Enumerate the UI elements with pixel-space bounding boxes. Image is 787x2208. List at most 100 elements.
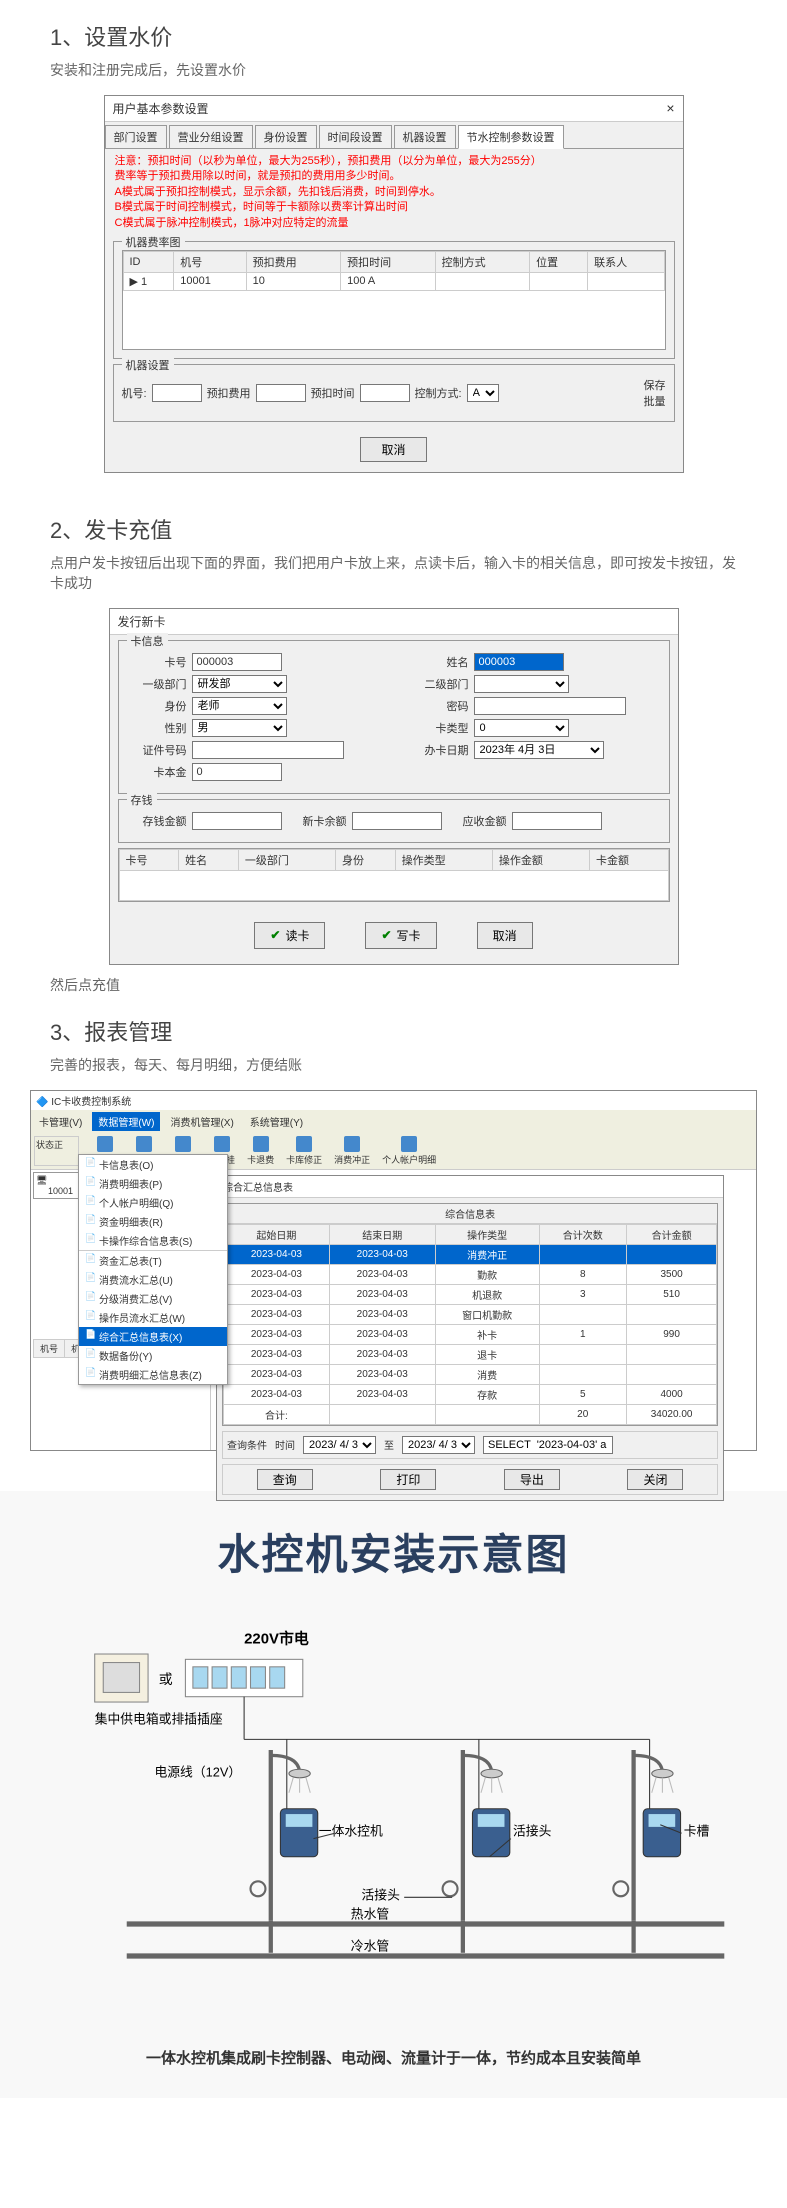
table-row[interactable]: 2023-04-032023-04-03退卡 [224,1344,717,1364]
save-title: 存钱 [127,792,157,808]
tb-refund[interactable]: 卡退费 [247,1136,274,1166]
table-row[interactable]: 2023-04-032023-04-03存款54000 [224,1384,717,1404]
idno-input[interactable] [192,741,344,759]
th: 起始日期 [224,1224,330,1244]
cancel-button[interactable]: 取消 [477,922,533,949]
menu-data[interactable]: 数据管理(W) [92,1112,160,1131]
dd-detailsum[interactable]: 消费明细汇总信息表(Z) [79,1365,227,1384]
pwd-input[interactable] [474,697,626,715]
cell: 消费 [435,1364,539,1384]
table-row[interactable]: 2023-04-032023-04-03勤款83500 [224,1264,717,1284]
th: 操作类型 [395,849,492,870]
save-button[interactable]: 保存 [644,377,666,393]
label-deposit: 存钱金额 [127,813,187,829]
tb-fixlib[interactable]: 卡库修正 [286,1136,322,1166]
pretime-input[interactable] [360,384,410,402]
export-button[interactable]: 导出 [504,1469,560,1490]
cell [539,1344,626,1364]
dd-fund[interactable]: 资金明细表(R) [79,1212,227,1231]
sql-input[interactable] [483,1436,613,1454]
label-ctrlmode: 控制方式: [415,385,462,401]
cardtype-select[interactable]: 0 [474,719,569,737]
date-from[interactable]: 2023/ 4/ 3 [303,1436,376,1454]
tab-machine[interactable]: 机器设置 [394,125,456,148]
dd-personal[interactable]: 个人帐户明细(Q) [79,1193,227,1212]
tb-personal[interactable]: 个人帐户明细 [382,1136,436,1166]
dd-flowsum[interactable]: 消费流水汇总(U) [79,1270,227,1289]
dd-detail[interactable]: 消费明细表(P) [79,1174,227,1193]
cell [626,1364,716,1384]
th: 机号 [34,1339,65,1357]
notice-line: C模式属于脉冲控制模式，1脉冲对应特定的流量 [115,216,673,231]
close-icon[interactable]: × [666,100,674,117]
install-diagram: 220V市电 或 集中供电箱或排插插座 电源线（12V） 一体水控机 活接头 [20,1622,767,2028]
dd-levelsum[interactable]: 分级消费汇总(V) [79,1289,227,1308]
th: 卡号 [119,849,179,870]
dd-fundsum[interactable]: 资金汇总表(T) [79,1251,227,1270]
col-fee: 预扣费用 [246,251,341,272]
cell: 2023-04-03 [329,1324,435,1344]
cell: 4000 [626,1384,716,1404]
table-row[interactable]: 2023-04-032023-04-03补卡1990 [224,1324,717,1344]
dept1-select[interactable]: 研发部 [192,675,287,693]
role-select[interactable]: 老师 [192,697,287,715]
cardno-input[interactable]: 000003 [192,653,282,671]
tab-dept[interactable]: 部门设置 [105,125,167,148]
dd-compsum[interactable]: 综合汇总信息表(X) [79,1327,227,1346]
history-table: 卡号 姓名 一级部门 身份 操作类型 操作金额 卡金额 [119,849,669,901]
cell: 100 A [341,272,436,290]
tab-biz[interactable]: 营业分组设置 [169,125,253,148]
label-cardtype: 卡类型 [409,720,469,736]
cell [329,1404,435,1424]
table-row[interactable]: 合计:2034020.00 [224,1404,717,1424]
refund-icon [253,1136,269,1152]
report-subtitle: 综合信息表 [223,1204,717,1224]
menu-sys[interactable]: 系统管理(Y) [244,1112,309,1131]
dd-cardop[interactable]: 卡操作综合信息表(S) [79,1231,227,1250]
deposit-input[interactable] [192,812,282,830]
write-card-button[interactable]: ✔写卡 [365,922,436,949]
menu-pos[interactable]: 消费机管理(X) [164,1112,239,1131]
dd-cardinfo[interactable]: 卡信息表(O) [79,1155,227,1174]
dept2-select[interactable] [474,675,569,693]
principal-input[interactable]: 0 [192,763,282,781]
joint-icon [251,1881,266,1896]
cell: 消费冲正 [435,1244,539,1264]
machine-no-input[interactable] [152,384,202,402]
ctrlmode-select[interactable]: A [467,384,499,402]
close-button[interactable]: 关闭 [627,1469,683,1490]
read-card-button[interactable]: ✔读卡 [254,922,325,949]
tb-reverse[interactable]: 消费冲正 [334,1136,370,1166]
table-row[interactable]: 2023-04-032023-04-03消费 [224,1364,717,1384]
table-row[interactable]: 2023-04-032023-04-03消费冲正 [224,1244,717,1264]
table-row[interactable]: 2023-04-032023-04-03窗口机勤款 [224,1304,717,1324]
tab-water-control[interactable]: 节水控制参数设置 [458,125,564,149]
window-titlebar: 发行新卡 [110,609,678,635]
date-select[interactable]: 2023年 4月 3日 [474,741,604,759]
name-input[interactable]: 000003 [474,653,564,671]
gender-select[interactable]: 男 [192,719,287,737]
prefee-input[interactable] [256,384,306,402]
cell: 2023-04-03 [329,1264,435,1284]
label-name: 姓名 [409,654,469,670]
dd-opsum[interactable]: 操作员流水汇总(W) [79,1308,227,1327]
cardinfo-group: 卡信息 卡号000003 一级部门研发部 身份老师 性别男 证件号码 卡本金0 … [118,640,670,794]
label-role: 身份 [127,698,187,714]
cell [539,1364,626,1384]
cell: 勤款 [435,1264,539,1284]
table-row[interactable]: ▶ 1 10001 10 100 A [123,272,664,290]
dd-backup[interactable]: 数据备份(Y) [79,1346,227,1365]
cell: 存款 [435,1384,539,1404]
balance-input[interactable] [352,812,442,830]
print-button[interactable]: 打印 [380,1469,436,1490]
table-row[interactable]: 2023-04-032023-04-03机退款3510 [224,1284,717,1304]
tab-time[interactable]: 时间段设置 [319,125,392,148]
date-to[interactable]: 2023/ 4/ 3 [402,1436,475,1454]
tab-id[interactable]: 身份设置 [255,125,317,148]
query-button[interactable]: 查询 [257,1469,313,1490]
cancel-button[interactable]: 取消 [360,437,426,462]
receivable-input[interactable] [512,812,602,830]
cardinfo-title: 卡信息 [127,633,168,649]
menu-card[interactable]: 卡管理(V) [33,1112,88,1131]
batch-button[interactable]: 批量 [644,393,666,409]
